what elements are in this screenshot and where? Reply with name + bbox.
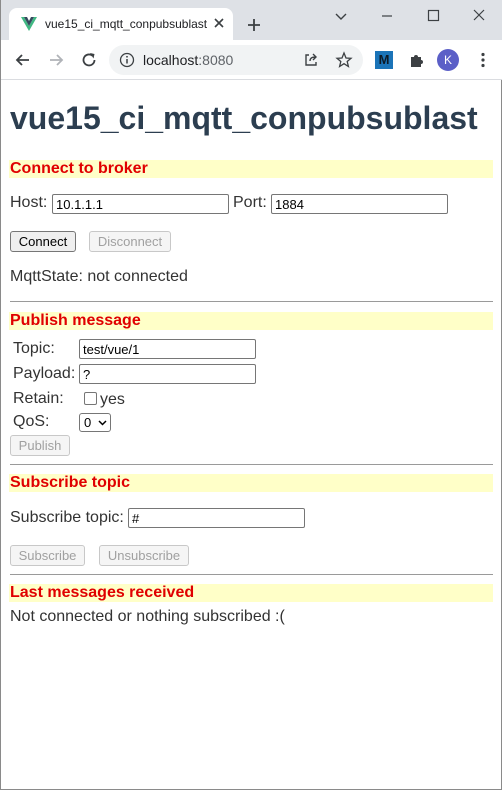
divider	[10, 301, 493, 302]
publish-section-title: Publish message	[9, 312, 493, 330]
qos-select[interactable]: 0	[79, 413, 111, 432]
back-icon[interactable]	[13, 50, 33, 70]
address-bar[interactable]: localhost:8080	[109, 45, 363, 75]
url-port: :8080	[198, 52, 234, 68]
host-label: Host:	[10, 194, 48, 211]
chevron-down-icon	[98, 420, 107, 426]
subscribe-topic-input[interactable]	[128, 508, 305, 528]
close-tab-icon[interactable]	[212, 16, 226, 30]
payload-label: Payload:	[13, 365, 76, 382]
retain-option-label: yes	[100, 391, 125, 408]
tab-title: vue15_ci_mqtt_conpubsublast	[45, 17, 208, 31]
share-icon[interactable]	[302, 51, 320, 69]
close-window-icon[interactable]	[467, 6, 491, 26]
messages-section-title: Last messages received	[9, 584, 493, 602]
profile-avatar[interactable]: K	[437, 49, 459, 71]
retain-checkbox[interactable]	[84, 392, 97, 405]
minimize-icon[interactable]	[375, 6, 399, 26]
tab-search-icon[interactable]	[329, 6, 353, 26]
publish-button[interactable]: Publish	[10, 435, 70, 456]
new-tab-icon[interactable]	[245, 16, 263, 34]
subscribe-button[interactable]: Subscribe	[10, 545, 85, 566]
publish-topic-input[interactable]	[79, 339, 256, 359]
retain-label: Retain:	[13, 390, 64, 407]
disconnect-button[interactable]: Disconnect	[89, 231, 171, 252]
tab-strip: vue15_ci_mqtt_conpubsublast	[1, 0, 502, 40]
port-input[interactable]	[271, 194, 448, 214]
browser-tab[interactable]: vue15_ci_mqtt_conpubsublast	[9, 8, 233, 40]
site-info-icon[interactable]	[119, 52, 135, 68]
maximize-icon[interactable]	[421, 6, 445, 26]
messages-empty-text: Not connected or nothing subscribed :(	[10, 608, 285, 625]
page-content: vue15_ci_mqtt_conpubsublast Connect to b…	[1, 80, 501, 789]
qos-selected-value: 0	[84, 415, 92, 430]
payload-input[interactable]	[79, 364, 256, 384]
browser-toolbar: localhost:8080 M K	[1, 40, 502, 80]
subscribe-topic-label: Subscribe topic:	[10, 509, 124, 526]
vue-logo-icon	[21, 17, 37, 31]
connect-button[interactable]: Connect	[10, 231, 76, 252]
subscribe-section-title: Subscribe topic	[9, 474, 493, 492]
qos-label: QoS:	[13, 413, 50, 430]
mqtt-state-text: MqttState: not connected	[10, 268, 188, 285]
connect-section-title: Connect to broker	[9, 160, 493, 178]
divider	[10, 574, 493, 575]
port-label: Port:	[233, 194, 267, 211]
more-menu-icon[interactable]	[473, 50, 493, 70]
divider	[10, 464, 493, 465]
forward-icon[interactable]	[46, 50, 66, 70]
host-input[interactable]	[52, 194, 229, 214]
reload-icon[interactable]	[79, 50, 99, 70]
page-title: vue15_ci_mqtt_conpubsublast	[10, 100, 478, 136]
topic-label: Topic:	[13, 340, 55, 357]
bookmark-star-icon[interactable]	[335, 51, 353, 69]
unsubscribe-button[interactable]: Unsubscribe	[99, 545, 189, 566]
extensions-puzzle-icon[interactable]	[407, 50, 427, 70]
url-host: localhost	[143, 52, 199, 68]
extension-m-icon[interactable]: M	[375, 51, 393, 69]
url-text: localhost:8080	[143, 52, 233, 68]
